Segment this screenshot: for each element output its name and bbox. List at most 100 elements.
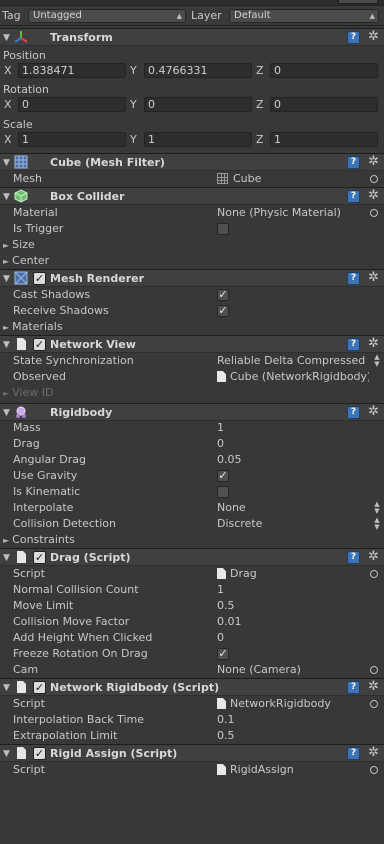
is-kinematic-checkbox[interactable] <box>217 486 229 498</box>
fold-open-icon[interactable]: ▼ <box>3 272 10 286</box>
collision-detection-dropdown[interactable]: Discrete <box>217 517 262 531</box>
angular-drag-field[interactable]: 0.05 <box>217 453 242 467</box>
interpolate-dropdown[interactable]: None <box>217 501 246 515</box>
network-view-enabled-checkbox[interactable]: ✓ <box>33 338 46 351</box>
help-icon[interactable]: ? <box>347 156 360 169</box>
gear-icon[interactable]: ✲ <box>368 404 379 420</box>
fold-open-icon[interactable]: ▼ <box>3 681 10 695</box>
object-picker-icon[interactable] <box>370 666 378 674</box>
interp-back-time-field[interactable]: 0.1 <box>217 713 235 727</box>
script-field[interactable]: RigidAssign <box>217 763 294 777</box>
gear-icon[interactable]: ✲ <box>368 270 379 286</box>
script-field[interactable]: Drag <box>217 567 257 581</box>
cam-field[interactable]: None (Camera) <box>217 663 301 677</box>
fold-closed-icon[interactable]: ► <box>3 241 9 250</box>
collision-move-factor-field[interactable]: 0.01 <box>217 615 242 629</box>
object-picker-icon[interactable] <box>370 766 378 774</box>
use-gravity-checkbox[interactable]: ✓ <box>217 470 229 482</box>
help-icon[interactable]: ? <box>347 681 360 694</box>
help-icon[interactable]: ? <box>347 272 360 285</box>
fold-closed-icon[interactable]: ► <box>3 323 9 332</box>
drag-script-header[interactable]: ▼ ✓ Drag (Script) ? ✲ <box>0 548 384 566</box>
help-icon[interactable]: ? <box>347 31 360 44</box>
drag-script-enabled-checkbox[interactable]: ✓ <box>33 551 46 564</box>
fold-closed-icon[interactable]: ► <box>3 536 9 545</box>
rotation-y-label: Y <box>130 98 137 111</box>
network-rigidbody-enabled-checkbox[interactable]: ✓ <box>33 681 46 694</box>
mesh-field[interactable]: Cube <box>217 172 261 186</box>
gear-icon[interactable]: ✲ <box>368 549 379 565</box>
network-view-header[interactable]: ▼ ✓ Network View ? ✲ <box>0 335 384 353</box>
rotation-y-field[interactable]: 0 <box>144 97 252 112</box>
fold-open-icon[interactable]: ▼ <box>3 338 10 352</box>
object-picker-icon[interactable] <box>370 175 378 183</box>
normal-collision-count-field[interactable]: 1 <box>217 583 224 597</box>
center-row[interactable]: ► Center <box>0 253 384 269</box>
freeze-rotation-checkbox[interactable]: ✓ <box>217 648 229 660</box>
fold-open-icon[interactable]: ▼ <box>3 156 10 170</box>
help-icon[interactable]: ? <box>347 551 360 564</box>
fold-closed-icon[interactable]: ► <box>3 257 9 266</box>
object-picker-icon[interactable] <box>370 209 378 217</box>
gear-icon[interactable]: ✲ <box>368 29 379 45</box>
object-picker-icon[interactable] <box>370 570 378 578</box>
observed-field[interactable]: Cube (NetworkRigidbody) <box>217 370 369 384</box>
gear-icon[interactable]: ✲ <box>368 745 379 761</box>
mesh-renderer-enabled-checkbox[interactable]: ✓ <box>33 272 46 285</box>
state-sync-dropdown[interactable]: Reliable Delta Compressed <box>217 354 365 368</box>
fold-open-icon[interactable]: ▼ <box>3 406 10 420</box>
fold-open-icon[interactable]: ▼ <box>3 747 10 761</box>
transform-header[interactable]: ▼ Transform ? ✲ <box>0 28 384 46</box>
rigidbody-header[interactable]: ▼ Rigidbody ? ✲ <box>0 403 384 421</box>
rotation-z-field[interactable]: 0 <box>270 97 378 112</box>
view-id-row[interactable]: ► View ID <box>0 385 384 401</box>
receive-shadows-checkbox[interactable]: ✓ <box>217 305 229 317</box>
rigid-assign-header[interactable]: ▼ ✓ Rigid Assign (Script) ? ✲ <box>0 744 384 762</box>
help-icon[interactable]: ? <box>347 190 360 203</box>
constraints-row[interactable]: ► Constraints <box>0 532 384 548</box>
mesh-renderer-header[interactable]: ▼ ✓ Mesh Renderer ? ✲ <box>0 269 384 287</box>
help-icon[interactable]: ? <box>347 747 360 760</box>
network-rigidbody-header[interactable]: ▼ ✓ Network Rigidbody (Script) ? ✲ <box>0 678 384 696</box>
position-y-field[interactable]: 0.4766331 <box>144 63 252 78</box>
object-picker-icon[interactable] <box>370 700 378 708</box>
move-limit-field[interactable]: 0.5 <box>217 599 235 613</box>
mesh-filter-header[interactable]: ▼ Cube (Mesh Filter) ? ✲ <box>0 153 384 171</box>
script-file-icon <box>14 746 28 760</box>
mass-field[interactable]: 1 <box>217 421 224 435</box>
scale-x-field[interactable]: 1 <box>18 132 126 147</box>
cast-shadows-checkbox[interactable]: ✓ <box>217 289 229 301</box>
scale-z-field[interactable]: 1 <box>270 132 378 147</box>
is-trigger-checkbox[interactable] <box>217 223 229 235</box>
view-id-label: ► View ID <box>3 386 53 401</box>
drag-field[interactable]: 0 <box>217 437 224 451</box>
position-z-field[interactable]: 0 <box>270 63 378 78</box>
constraints-label: ► Constraints <box>3 533 75 548</box>
rotation-x-field[interactable]: 0 <box>18 97 126 112</box>
box-collider-header[interactable]: ▼ Box Collider ? ✲ <box>0 187 384 205</box>
gear-icon[interactable]: ✲ <box>368 188 379 204</box>
script-field[interactable]: NetworkRigidbody <box>217 697 331 711</box>
fold-open-icon[interactable]: ▼ <box>3 551 10 565</box>
help-icon[interactable]: ? <box>347 406 360 419</box>
gear-icon[interactable]: ✲ <box>368 679 379 695</box>
add-height-field[interactable]: 0 <box>217 631 224 645</box>
layer-dropdown[interactable]: Default ▲▼ <box>229 9 379 23</box>
scale-y-field[interactable]: 1 <box>144 132 252 147</box>
fold-open-icon[interactable]: ▼ <box>3 190 10 204</box>
tag-dropdown[interactable]: Untagged ▲▼ <box>28 9 186 23</box>
fold-closed-icon[interactable]: ► <box>3 389 9 398</box>
help-icon[interactable]: ? <box>347 338 360 351</box>
material-field[interactable]: None (Physic Material) <box>217 206 341 220</box>
center-label: ► Center <box>3 254 49 269</box>
materials-row[interactable]: ► Materials <box>0 319 384 335</box>
gear-icon[interactable]: ✲ <box>368 336 379 352</box>
size-row[interactable]: ► Size <box>0 237 384 253</box>
gear-icon[interactable]: ✲ <box>368 154 379 170</box>
static-toggle[interactable] <box>338 0 378 4</box>
fold-open-icon[interactable]: ▼ <box>3 31 10 45</box>
position-x-field[interactable]: 1.838471 <box>18 63 126 78</box>
rigid-assign-enabled-checkbox[interactable]: ✓ <box>33 747 46 760</box>
normal-collision-count-label: Normal Collision Count <box>13 583 139 596</box>
extrapolation-limit-field[interactable]: 0.5 <box>217 729 235 743</box>
